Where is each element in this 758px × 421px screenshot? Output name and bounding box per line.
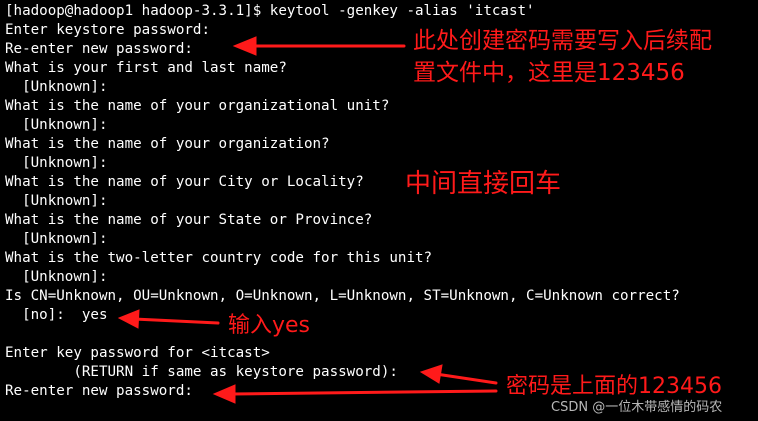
terminal-line-key-pass: Enter key password for <itcast> xyxy=(5,345,270,361)
terminal-line-unknown: [Unknown]: xyxy=(5,155,108,171)
terminal-line-unknown: [Unknown]: xyxy=(5,117,108,133)
terminal-line-keystore-pass: Enter keystore password: xyxy=(5,22,210,38)
terminal-line-return-hint: (RETURN if same as keystore password): xyxy=(5,364,398,380)
terminal-line-orgunit-prompt: What is the name of your organizational … xyxy=(5,98,390,114)
terminal-line-unknown: [Unknown]: xyxy=(5,269,108,285)
annotation-password-line2: 置文件中，这里是123456 xyxy=(413,60,685,86)
terminal-line-org-prompt: What is the name of your organization? xyxy=(5,136,330,152)
terminal-line-state-prompt: What is the name of your State or Provin… xyxy=(5,212,373,228)
csdn-watermark: CSDN @一位木带感情的码农 xyxy=(551,400,723,415)
terminal-line-country-prompt: What is the two-letter country code for … xyxy=(5,250,433,266)
terminal-line-reenter-pass: Re-enter new password: xyxy=(5,41,193,57)
terminal-line-command: [hadoop@hadoop1 hadoop-3.3.1]$ keytool -… xyxy=(5,3,535,19)
annotation-press-enter: 中间直接回车 xyxy=(405,169,562,199)
terminal-line-name-prompt: What is your first and last name? xyxy=(5,60,287,76)
annotation-password-line1: 此处创建密码需要写入后续配 xyxy=(413,28,712,54)
annotation-input-yes: 输入yes xyxy=(228,313,311,338)
terminal-line-city-prompt: What is the name of your City or Localit… xyxy=(5,174,364,190)
terminal-line-unknown: [Unknown]: xyxy=(5,79,108,95)
terminal-line-unknown: [Unknown]: xyxy=(5,193,108,209)
terminal-line-confirm-prompt: Is CN=Unknown, OU=Unknown, O=Unknown, L=… xyxy=(5,288,680,304)
terminal-line-reenter-pass-2: Re-enter new password: xyxy=(5,383,193,399)
terminal-line-unknown: [Unknown]: xyxy=(5,231,108,247)
terminal-line-confirm-answer: [no]: yes xyxy=(5,307,108,323)
